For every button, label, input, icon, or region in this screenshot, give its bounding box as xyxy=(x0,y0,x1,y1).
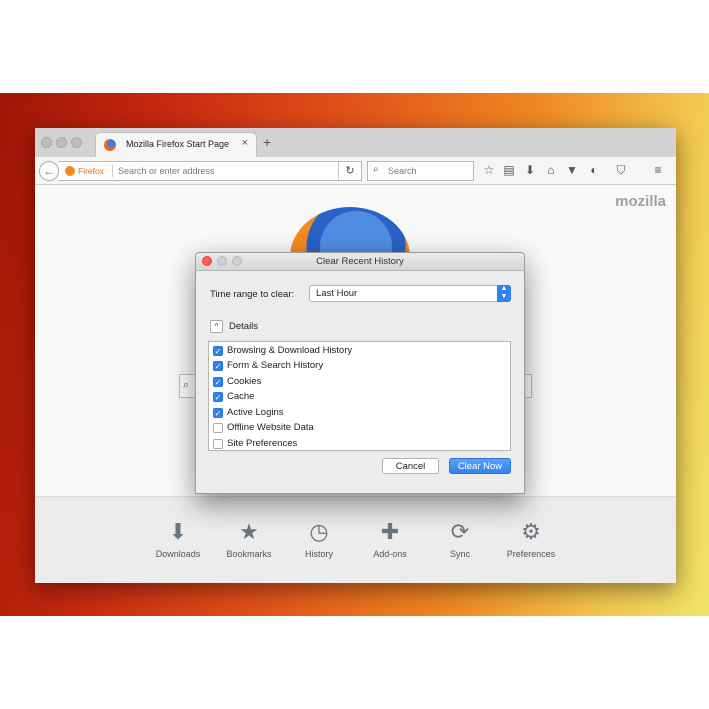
tab-bar: Mozilla Firefox Start Page × + xyxy=(35,128,676,157)
checkbox-unchecked-icon[interactable] xyxy=(213,423,223,433)
checkbox-label: Form & Search History xyxy=(227,360,324,371)
arrow-left-icon: ← xyxy=(43,164,55,178)
reload-button[interactable]: ↻ xyxy=(338,162,361,180)
launcher-bookmarks[interactable]: ★ Bookmarks xyxy=(214,517,284,559)
checkbox-label: Cache xyxy=(227,391,255,402)
new-tab-button[interactable]: + xyxy=(263,134,271,150)
launcher-addons[interactable]: ✚ Add-ons xyxy=(355,517,425,559)
launcher-label: Downloads xyxy=(155,549,201,559)
launcher-bar: ⬇ Downloads ★ Bookmarks ◷ History ✚ Add-… xyxy=(35,496,676,583)
window-close-button[interactable] xyxy=(41,137,52,148)
start-search-box-end xyxy=(524,374,532,398)
checkbox-label: Browsing & Download History xyxy=(227,345,353,356)
navigation-toolbar: ← Firefox Search or enter address ↻ ⌕ Se… xyxy=(35,157,676,185)
bookmark-star-icon[interactable]: ☆ xyxy=(481,163,497,177)
launcher-label: History xyxy=(304,549,333,559)
checkbox-label: Offline Website Data xyxy=(227,422,314,433)
shield-icon[interactable]: ⛉ xyxy=(613,163,629,178)
cancel-button[interactable]: Cancel xyxy=(382,458,439,474)
downloads-icon[interactable]: ⬇ xyxy=(522,163,538,177)
clear-now-button[interactable]: Clear Now xyxy=(449,458,511,474)
checkbox-checked-icon[interactable]: ✓ xyxy=(213,392,223,402)
history-items-list: ✓ Browsing & Download History ✓ Form & S… xyxy=(208,341,511,451)
launcher-label: Bookmarks xyxy=(226,549,272,559)
menu-icon[interactable]: ≡ xyxy=(650,163,666,177)
gear-icon: ⚙ xyxy=(521,519,541,544)
reload-icon: ↻ xyxy=(345,165,355,177)
search-bar[interactable]: ⌕ Search xyxy=(367,161,474,181)
url-bar[interactable]: Firefox Search or enter address ↻ xyxy=(59,161,362,181)
back-button[interactable]: ← xyxy=(39,161,59,181)
star-icon: ★ xyxy=(239,519,259,544)
launcher-preferences[interactable]: ⚙ Preferences xyxy=(496,517,566,559)
home-icon[interactable]: ⌂ xyxy=(543,163,559,177)
checkbox-label: Cookies xyxy=(227,376,262,387)
firefox-icon xyxy=(104,139,116,151)
time-range-select[interactable]: Last Hour ▲ ▼ xyxy=(309,285,511,302)
window-minimize-button[interactable] xyxy=(56,137,67,148)
checkbox-label: Active Logins xyxy=(227,407,284,418)
dialog-title: Clear Recent History xyxy=(316,256,404,267)
time-range-label: Time range to clear: xyxy=(210,289,295,300)
pocket-icon[interactable]: ▼ xyxy=(564,163,580,177)
launcher-label: Add-ons xyxy=(373,549,407,559)
details-toggle-button[interactable]: ^ xyxy=(210,320,223,333)
url-input[interactable]: Search or enter address xyxy=(118,166,215,176)
search-icon: ⌕ xyxy=(373,164,379,175)
clear-history-dialog: Clear Recent History Time range to clear… xyxy=(195,252,525,494)
tab-title: Mozilla Firefox Start Page xyxy=(126,139,230,149)
search-input[interactable]: Search xyxy=(388,166,417,176)
dialog-titlebar: Clear Recent History xyxy=(196,253,524,271)
checkbox-label: Site Preferences xyxy=(227,438,298,449)
window-zoom-button[interactable] xyxy=(71,137,82,148)
chevron-up-icon: ^ xyxy=(214,322,219,331)
tab-close-icon[interactable]: × xyxy=(242,137,248,149)
download-icon: ⬇ xyxy=(168,519,188,544)
launcher-label: Preferences xyxy=(506,549,556,559)
launcher-label: Sync xyxy=(449,549,470,559)
details-label: Details xyxy=(229,321,259,332)
firefox-identity-icon xyxy=(65,166,75,176)
launcher-sync[interactable]: ⟳ Sync xyxy=(425,517,495,559)
checkbox-checked-icon[interactable]: ✓ xyxy=(213,361,223,371)
sync-icon: ⟳ xyxy=(450,519,470,544)
sync-toolbar-icon[interactable]: ◐ xyxy=(586,163,602,177)
launcher-downloads[interactable]: ⬇ Downloads xyxy=(143,517,213,559)
identity-label: Firefox xyxy=(78,166,104,176)
checkbox-checked-icon[interactable]: ✓ xyxy=(213,346,223,356)
puzzle-icon: ✚ xyxy=(380,519,400,544)
launcher-history[interactable]: ◷ History xyxy=(284,517,354,559)
clock-icon: ◷ xyxy=(309,519,329,544)
start-search-icon: ⌕ xyxy=(183,379,190,391)
checkbox-checked-icon[interactable]: ✓ xyxy=(213,377,223,387)
time-range-value: Last Hour xyxy=(316,288,358,299)
reading-list-icon[interactable]: ▤ xyxy=(501,163,517,177)
select-arrows-icon: ▲ ▼ xyxy=(497,285,511,302)
start-search-box[interactable]: ⌕ xyxy=(179,374,195,398)
tab-start-page[interactable]: Mozilla Firefox Start Page × xyxy=(95,132,257,157)
url-separator xyxy=(112,165,113,177)
mozilla-wordmark: mozilla xyxy=(615,193,666,210)
checkbox-unchecked-icon[interactable] xyxy=(213,439,223,449)
checkbox-checked-icon[interactable]: ✓ xyxy=(213,408,223,418)
